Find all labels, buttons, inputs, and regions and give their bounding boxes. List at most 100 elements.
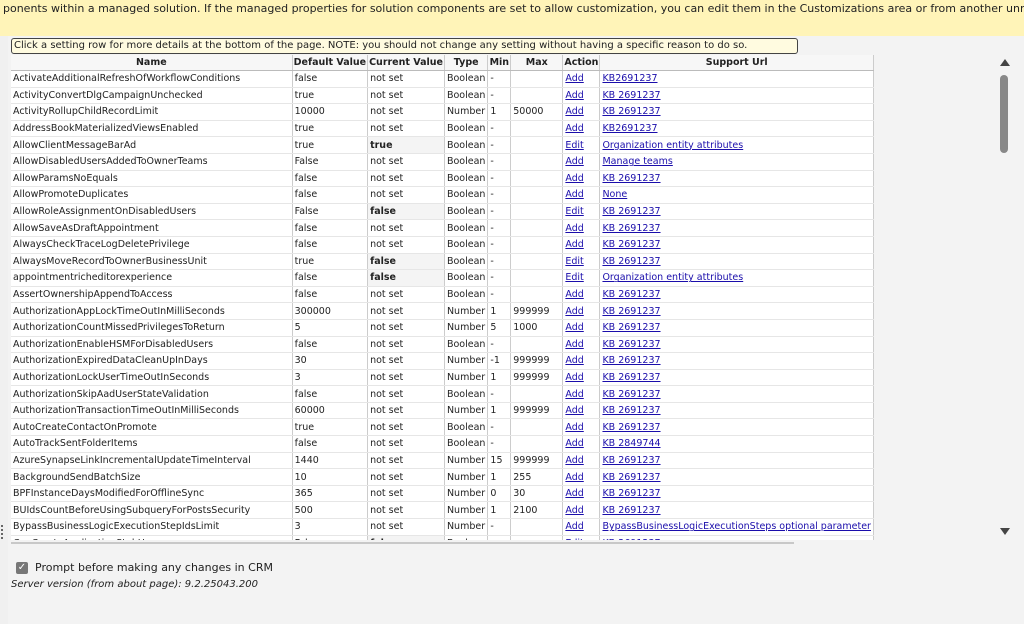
table-row[interactable]: AlwaysCheckTraceLogDeletePrivilege false n… xyxy=(11,236,874,254)
support-url-link[interactable]: Organization entity attributes xyxy=(602,140,743,151)
support-url-link[interactable]: BypassBusinessLogicExecutionSteps option… xyxy=(602,521,871,532)
horizontal-scrollbar[interactable] xyxy=(11,541,794,545)
action-link[interactable]: Edit xyxy=(565,206,583,217)
table-row[interactable]: AllowRoleAssignmentOnDisabledUsers False f… xyxy=(11,203,874,221)
table-row[interactable]: BypassBusinessLogicExecutionStepIdsLimit… xyxy=(11,518,874,536)
prompt-checkbox[interactable]: ✓ xyxy=(16,561,28,574)
support-url-link[interactable]: KB 2691237 xyxy=(602,505,660,516)
col-header-action[interactable]: Action xyxy=(562,55,601,71)
action-link[interactable]: Add xyxy=(565,289,583,300)
table-row[interactable]: ActivateAdditionalRefreshOfWorkflowCondi… xyxy=(11,70,874,88)
col-header-name[interactable]: Name xyxy=(11,55,293,71)
table-row[interactable]: ActivityRollupChildRecordLimit 10000 not s… xyxy=(11,103,874,121)
support-url-link[interactable]: KB2691237 xyxy=(602,123,657,134)
col-header-url[interactable]: Support Url xyxy=(599,55,874,71)
table-row[interactable]: AssertOwnershipAppendToAccess false not se… xyxy=(11,286,874,304)
action-link[interactable]: Add xyxy=(565,223,583,234)
table-row[interactable]: AllowPromoteDuplicates false not set Boolea… xyxy=(11,186,874,204)
col-header-max[interactable]: Max xyxy=(510,55,564,71)
action-link[interactable]: Add xyxy=(565,438,583,449)
table-row[interactable]: AuthorizationExpiredDataCleanUpInDays 30 n… xyxy=(11,352,874,370)
settings-table-container[interactable]: Name Default Value Current Value Type Mi… xyxy=(11,55,874,540)
vertical-scrollbar[interactable] xyxy=(995,55,1015,540)
action-link[interactable]: Edit xyxy=(565,272,583,283)
support-url-link[interactable]: Organization entity attributes xyxy=(602,272,743,283)
support-url-link[interactable]: KB 2691237 xyxy=(602,389,660,400)
table-row[interactable]: AuthorizationTransactionTimeOutInMilliSe… xyxy=(11,402,874,420)
action-link[interactable]: Add xyxy=(565,521,583,532)
action-link[interactable]: Add xyxy=(565,488,583,499)
action-link[interactable]: Add xyxy=(565,156,583,167)
support-url-link[interactable]: KB 2691237 xyxy=(602,322,660,333)
action-link[interactable]: Edit xyxy=(565,140,583,151)
action-link[interactable]: Add xyxy=(565,422,583,433)
table-row[interactable]: AllowSaveAsDraftAppointment false not set B… xyxy=(11,219,874,237)
col-header-default[interactable]: Default Value xyxy=(292,55,369,71)
action-link[interactable]: Add xyxy=(565,73,583,84)
support-url-link[interactable]: KB 2691237 xyxy=(602,223,660,234)
support-url-link[interactable]: KB 2691237 xyxy=(602,339,660,350)
action-link[interactable]: Add xyxy=(565,106,583,117)
table-row[interactable]: AuthorizationSkipAadUserStateValidation f… xyxy=(11,385,874,403)
table-row[interactable]: BackgroundSendBatchSize 10 not set Number 1 2… xyxy=(11,468,874,486)
action-link[interactable]: Edit xyxy=(565,256,583,267)
support-url-link[interactable]: KB 2691237 xyxy=(602,239,660,250)
table-row[interactable]: CanCreateApplicationStubUserFalsefalseBo… xyxy=(11,535,874,540)
support-url-link[interactable]: KB 2691237 xyxy=(602,289,660,300)
support-url-link[interactable]: KB 2691237 xyxy=(602,538,660,540)
support-url-link[interactable]: KB 2691237 xyxy=(602,488,660,499)
action-link[interactable]: Add xyxy=(565,239,583,250)
col-header-min[interactable]: Min xyxy=(487,55,512,71)
table-row[interactable]: AuthorizationAppLockTimeOutInMilliSecond… xyxy=(11,302,874,320)
support-url-link[interactable]: KB 2691237 xyxy=(602,106,660,117)
table-row[interactable]: AuthorizationCountMissedPrivilegesToRetu… xyxy=(11,319,874,337)
action-link[interactable]: Edit xyxy=(565,538,583,540)
support-url-link[interactable]: KB 2691237 xyxy=(602,422,660,433)
table-row[interactable]: BUIdsCountBeforeUsingSubqueryForPostsSec… xyxy=(11,501,874,520)
support-url-link[interactable]: KB2691237 xyxy=(602,73,657,84)
scrollbar-thumb[interactable] xyxy=(1000,75,1008,153)
action-link[interactable]: Add xyxy=(565,455,583,466)
support-url-link[interactable]: KB 2849744 xyxy=(602,438,660,449)
action-link[interactable]: Add xyxy=(565,189,583,200)
support-url-link[interactable]: KB 2691237 xyxy=(602,472,660,483)
support-url-link[interactable]: KB 2691237 xyxy=(602,306,660,317)
support-url-link[interactable]: KB 2691237 xyxy=(602,256,660,267)
scroll-up-icon[interactable] xyxy=(1000,59,1010,66)
support-url-link[interactable]: KB 2691237 xyxy=(602,173,660,184)
table-row[interactable]: AllowDisabledUsersAddedToOwnerTeams False… xyxy=(11,153,874,171)
action-link[interactable]: Add xyxy=(565,505,583,516)
action-link[interactable]: Add xyxy=(565,306,583,317)
action-link[interactable]: Add xyxy=(565,472,583,483)
action-link[interactable]: Add xyxy=(565,372,583,383)
support-url-link[interactable]: KB 2691237 xyxy=(602,455,660,466)
table-row[interactable]: BPFInstanceDaysModifiedForOfflineSync 365… xyxy=(11,485,874,503)
action-link[interactable]: Add xyxy=(565,389,583,400)
action-link[interactable]: Add xyxy=(565,90,583,101)
table-row[interactable]: AutoTrackSentFolderItems false not set Bool… xyxy=(11,435,874,453)
action-link[interactable]: Add xyxy=(565,123,583,134)
table-row[interactable]: AzureSynapseLinkIncrementalUpdateTimeInt… xyxy=(11,452,874,470)
support-url-link[interactable]: KB 2691237 xyxy=(602,355,660,366)
action-link[interactable]: Add xyxy=(565,405,583,416)
table-row[interactable]: AllowClientMessageBarAd true true Boolean - E… xyxy=(11,136,874,154)
col-header-current[interactable]: Current Value xyxy=(367,55,445,71)
support-url-link[interactable]: None xyxy=(602,189,627,200)
table-row[interactable]: AllowParamsNoEquals false not set Boolean - A… xyxy=(11,170,874,188)
support-url-link[interactable]: KB 2691237 xyxy=(602,206,660,217)
table-row[interactable]: AuthorizationLockUserTimeOutInSeconds 3 no… xyxy=(11,369,874,387)
support-url-link[interactable]: KB 2691237 xyxy=(602,372,660,383)
table-row[interactable]: AutoCreateContactOnPromote true not set Boo… xyxy=(11,418,874,437)
action-link[interactable]: Add xyxy=(565,322,583,333)
support-url-link[interactable]: KB 2691237 xyxy=(602,405,660,416)
table-row[interactable]: appointmentricheditorexperience false fals… xyxy=(11,269,874,287)
scroll-down-icon[interactable] xyxy=(1000,528,1010,535)
table-row[interactable]: AuthorizationEnableHSMForDisabledUsers fa… xyxy=(11,336,874,354)
resize-handle[interactable] xyxy=(1,525,5,539)
table-row[interactable]: AlwaysMoveRecordToOwnerBusinessUnit true f… xyxy=(11,253,874,271)
action-link[interactable]: Add xyxy=(565,355,583,366)
support-url-link[interactable]: Manage teams xyxy=(602,156,672,167)
prompt-option[interactable]: ✓ Prompt before making any changes in CR… xyxy=(16,561,273,574)
support-url-link[interactable]: KB 2691237 xyxy=(602,90,660,101)
action-link[interactable]: Add xyxy=(565,339,583,350)
